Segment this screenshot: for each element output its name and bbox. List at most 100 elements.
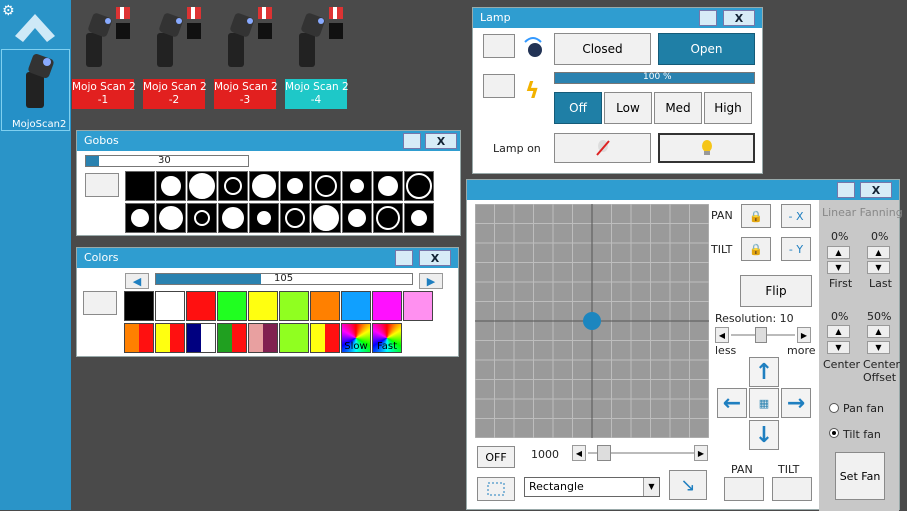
fixture-tile-mojoscan2[interactable]: MojoScan2 (1, 49, 70, 131)
lamp-level-high-button[interactable]: High (704, 92, 752, 124)
color-swatch-5[interactable] (248, 291, 278, 321)
fixture-thumb-3[interactable]: Mojo Scan 2 -3 (214, 7, 278, 109)
resolution-less-button[interactable]: ◀ (715, 327, 729, 343)
gobo-cell-10[interactable] (404, 171, 434, 201)
color-split-2[interactable] (155, 323, 185, 353)
colors-slider[interactable]: 105 (155, 273, 413, 285)
gobo-cell-17[interactable] (311, 203, 341, 233)
speed-prev-button[interactable]: ◀ (572, 445, 586, 461)
pan-tilt-grid[interactable] (474, 203, 710, 439)
color-swatch-4[interactable] (217, 291, 247, 321)
pan-value-button[interactable] (724, 477, 764, 501)
color-blank-button[interactable] (83, 291, 117, 315)
fixture-thumb-1[interactable]: Mojo Scan 2 -1 (72, 7, 136, 109)
gobo-cell-9[interactable] (373, 171, 403, 201)
gobo-cell-7[interactable] (311, 171, 341, 201)
gobo-cell-12[interactable] (156, 203, 186, 233)
offset-down-button[interactable]: ▼ (867, 341, 890, 354)
fixture-label-4[interactable]: Mojo Scan 2 -4 (285, 79, 349, 109)
fixture-label-2[interactable]: Mojo Scan 2 -2 (143, 79, 207, 109)
gobo-cell-8[interactable] (342, 171, 372, 201)
position-cursor[interactable] (583, 312, 601, 330)
lamp-level-med-button[interactable]: Med (654, 92, 702, 124)
gobo-cell-3[interactable] (187, 171, 217, 201)
tilt-fan-radio[interactable] (829, 428, 839, 438)
colors-next-button[interactable]: ▶ (419, 273, 443, 289)
speed-thumb[interactable] (597, 445, 611, 461)
gobo-cell-14[interactable] (218, 203, 248, 233)
fixture-thumb-2[interactable]: Mojo Scan 2 -2 (143, 7, 207, 109)
shutter-open-button[interactable]: Open (658, 33, 755, 65)
color-swatch-3[interactable] (186, 291, 216, 321)
pan-lock-button[interactable]: 🔒 (741, 204, 771, 228)
gobo-cell-11[interactable] (125, 203, 155, 233)
colors-close-button[interactable]: X (419, 250, 451, 266)
first-down-button[interactable]: ▼ (827, 261, 850, 274)
gobo-blank-button[interactable] (85, 173, 119, 197)
colors-lock-icon[interactable] (395, 250, 413, 266)
shape-direction-button[interactable]: ↘ (669, 470, 707, 500)
gobo-cell-15[interactable] (249, 203, 279, 233)
pan-fan-radio[interactable] (829, 403, 839, 413)
gobo-cell-4[interactable] (218, 171, 248, 201)
minus-x-button[interactable]: - X (781, 204, 811, 228)
lamp-close-button[interactable]: X (723, 10, 755, 26)
first-up-button[interactable]: ▲ (827, 246, 850, 259)
center-down-button[interactable]: ▼ (827, 341, 850, 354)
set-fan-button[interactable]: Set Fan (835, 452, 885, 500)
last-down-button[interactable]: ▼ (867, 261, 890, 274)
position-close-button[interactable]: X (860, 182, 892, 198)
shape-icon-button[interactable] (477, 477, 515, 501)
color-split-6[interactable] (279, 323, 309, 353)
fixture-label-1[interactable]: Mojo Scan 2 -1 (72, 79, 136, 109)
arrow-right-button[interactable]: → (781, 388, 811, 418)
lamp-lock-icon[interactable] (699, 10, 717, 26)
offset-up-button[interactable]: ▲ (867, 325, 890, 338)
color-swatch-10[interactable] (403, 291, 433, 321)
color-wheel-slow-button[interactable]: Slow (341, 323, 371, 353)
up-chevron-icon[interactable] (13, 12, 57, 44)
gobos-lock-icon[interactable] (403, 133, 421, 149)
lamp-on-button[interactable] (658, 133, 755, 163)
color-wheel-fast-button[interactable]: Fast (372, 323, 402, 353)
lamp-off-button[interactable] (554, 133, 651, 163)
center-up-button[interactable]: ▲ (827, 325, 850, 338)
off-button[interactable]: OFF (477, 446, 515, 468)
gobos-slider[interactable]: 30 (85, 155, 249, 167)
speed-next-button[interactable]: ▶ (694, 445, 708, 461)
color-split-1[interactable] (124, 323, 154, 353)
gobo-cell-18[interactable] (342, 203, 372, 233)
gobo-cell-13[interactable] (187, 203, 217, 233)
shutter-closed-button[interactable]: Closed (554, 33, 651, 65)
color-swatch-7[interactable] (310, 291, 340, 321)
gobo-cell-16[interactable] (280, 203, 310, 233)
last-up-button[interactable]: ▲ (867, 246, 890, 259)
gobos-close-button[interactable]: X (425, 133, 457, 149)
gobo-cell-20[interactable] (404, 203, 434, 233)
lamp-level-low-button[interactable]: Low (604, 92, 652, 124)
flip-button[interactable]: Flip (740, 275, 812, 307)
lamp-level-off-button[interactable]: Off (554, 92, 602, 124)
color-swatch-9[interactable] (372, 291, 402, 321)
arrow-left-button[interactable]: ← (717, 388, 747, 418)
center-button[interactable]: ▦ (749, 388, 779, 418)
resolution-more-button[interactable]: ▶ (797, 327, 811, 343)
arrow-down-button[interactable]: ↓ (749, 420, 779, 450)
arrow-up-button[interactable]: ↑ (749, 357, 779, 387)
color-swatch-8[interactable] (341, 291, 371, 321)
gobo-cell-1[interactable] (125, 171, 155, 201)
minus-y-button[interactable]: - Y (781, 237, 811, 261)
resolution-thumb[interactable] (755, 327, 767, 343)
fixture-thumb-4[interactable]: Mojo Scan 2 -4 (285, 7, 349, 109)
gobo-cell-19[interactable] (373, 203, 403, 233)
color-split-7[interactable] (310, 323, 340, 353)
lamp-shutter-blank-button[interactable] (483, 34, 515, 58)
dimmer-progress-bar[interactable]: 100 % (554, 72, 755, 84)
fixture-label-3[interactable]: Mojo Scan 2 -3 (214, 79, 278, 109)
tilt-value-button[interactable] (772, 477, 812, 501)
position-lock-icon[interactable] (837, 182, 855, 198)
color-split-3[interactable] (186, 323, 216, 353)
gobo-cell-2[interactable] (156, 171, 186, 201)
color-split-4[interactable] (217, 323, 247, 353)
gobo-cell-5[interactable] (249, 171, 279, 201)
